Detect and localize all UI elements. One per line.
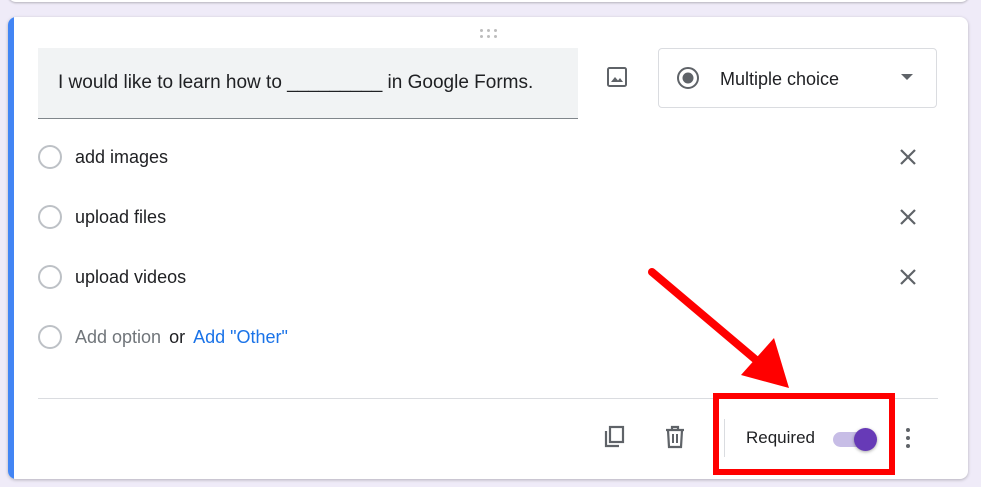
option-label[interactable]: add images — [75, 147, 168, 168]
radio-empty-icon — [38, 145, 62, 169]
delete-icon[interactable] — [662, 424, 688, 450]
duplicate-icon[interactable] — [601, 424, 627, 450]
question-type-dropdown[interactable]: Multiple choice — [658, 48, 937, 108]
add-option-line: Add option or Add "Other" — [75, 327, 288, 348]
option-row[interactable]: upload videos — [38, 258, 938, 298]
more-vert-icon[interactable] — [898, 425, 918, 451]
radio-empty-icon — [38, 205, 62, 229]
close-icon[interactable] — [898, 267, 918, 287]
radio-empty-icon — [38, 325, 62, 349]
question-title-text: I would like to learn how to _________ i… — [58, 72, 534, 93]
option-label[interactable]: upload videos — [75, 267, 186, 288]
image-icon[interactable] — [605, 65, 629, 89]
add-option-button[interactable]: Add option — [75, 327, 161, 347]
radio-empty-icon — [38, 265, 62, 289]
dropdown-arrow-icon — [901, 74, 913, 80]
add-option-row: Add option or Add "Other" — [38, 318, 938, 358]
add-other-button[interactable]: Add "Other" — [193, 327, 288, 347]
option-row[interactable]: add images — [38, 138, 938, 178]
drag-handle-icon[interactable] — [478, 28, 500, 40]
close-icon[interactable] — [898, 147, 918, 167]
annotation-highlight-box — [713, 393, 895, 475]
option-label[interactable]: upload files — [75, 207, 166, 228]
radio-checked-icon — [677, 67, 699, 89]
close-icon[interactable] — [898, 207, 918, 227]
or-text: or — [169, 327, 186, 347]
previous-card — [8, 0, 969, 2]
question-type-label: Multiple choice — [720, 69, 840, 89]
question-title-field[interactable]: I would like to learn how to _________ i… — [38, 48, 578, 119]
option-row[interactable]: upload files — [38, 198, 938, 238]
active-card-accent — [8, 17, 14, 479]
